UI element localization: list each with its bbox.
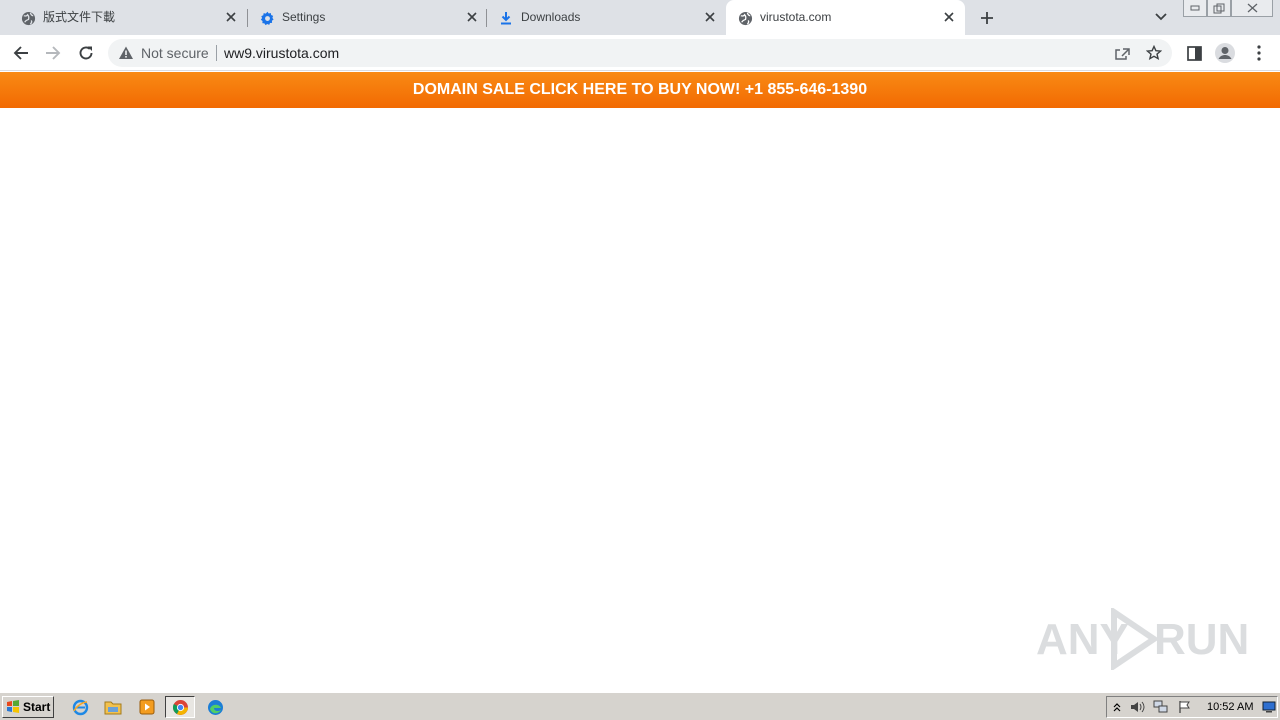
tab-title: Downloads: [521, 10, 581, 24]
address-bar[interactable]: Not secure ww9.virustota.com: [108, 39, 1172, 67]
gear-icon: [259, 10, 275, 26]
system-tray: 10:52 AM: [1106, 696, 1278, 718]
share-icon[interactable]: [1114, 45, 1130, 61]
download-icon: [498, 10, 514, 26]
reload-button[interactable]: [75, 42, 97, 64]
anyrun-watermark: ANY RUN: [1036, 608, 1249, 672]
play-logo-icon: [1111, 608, 1160, 670]
volume-icon[interactable]: [1129, 700, 1145, 714]
tab-3[interactable]: Downloads: [487, 0, 724, 35]
side-panel-icon[interactable]: [1183, 42, 1205, 64]
globe-icon: [20, 10, 36, 26]
network-icon[interactable]: [1153, 700, 1169, 714]
tab-title: Settings: [282, 10, 326, 24]
edge-icon[interactable]: [205, 698, 225, 716]
close-icon[interactable]: [702, 9, 718, 25]
windows-taskbar: Start 10:52 AM: [0, 692, 1280, 720]
close-icon[interactable]: [941, 9, 957, 25]
media-player-icon[interactable]: [137, 698, 157, 716]
clock[interactable]: 10:52 AM: [1207, 701, 1253, 713]
menu-kebab-icon[interactable]: [1248, 42, 1270, 64]
chevron-down-icon[interactable]: [1152, 8, 1170, 26]
tab-title: 版式文件下載: [43, 10, 116, 24]
tab-1[interactable]: 版式文件下載: [0, 0, 247, 35]
close-icon[interactable]: [464, 9, 480, 25]
action-center-flag-icon[interactable]: [1177, 700, 1193, 714]
close-icon[interactable]: [223, 9, 239, 25]
warning-icon[interactable]: [118, 45, 134, 61]
url-text[interactable]: ww9.virustota.com: [224, 46, 339, 61]
chrome-icon[interactable]: [165, 696, 195, 718]
tab-strip: 版式文件下載 Settings Downloads virustota.com: [0, 0, 1280, 35]
restore-button[interactable]: [1207, 0, 1231, 17]
minimize-button[interactable]: [1183, 0, 1207, 17]
tab-2[interactable]: Settings: [248, 0, 486, 35]
show-hidden-icons-icon[interactable]: [1109, 700, 1125, 714]
windows-logo-icon: [7, 700, 19, 713]
domain-sale-banner[interactable]: DOMAIN SALE CLICK HERE TO BUY NOW! +1 85…: [0, 72, 1280, 108]
tab-4-active[interactable]: virustota.com: [726, 0, 965, 35]
profile-avatar-icon[interactable]: [1214, 42, 1236, 64]
internet-explorer-icon[interactable]: [70, 698, 90, 716]
security-label[interactable]: Not secure: [141, 46, 209, 61]
star-icon[interactable]: [1146, 45, 1162, 61]
file-explorer-icon[interactable]: [103, 698, 123, 716]
page-content: [0, 108, 1280, 692]
globe-icon: [737, 10, 753, 26]
back-button[interactable]: [10, 42, 32, 64]
browser-toolbar: Not secure ww9.virustota.com: [0, 35, 1280, 71]
close-window-button[interactable]: [1231, 0, 1273, 17]
tab-title: virustota.com: [760, 10, 832, 24]
show-desktop-icon[interactable]: [1261, 700, 1277, 714]
new-tab-button[interactable]: [976, 7, 998, 29]
forward-button[interactable]: [42, 42, 64, 64]
start-button[interactable]: Start: [2, 696, 54, 718]
divider: [216, 45, 217, 61]
watermark-right-text: RUN: [1154, 615, 1250, 664]
start-label: Start: [23, 700, 51, 714]
